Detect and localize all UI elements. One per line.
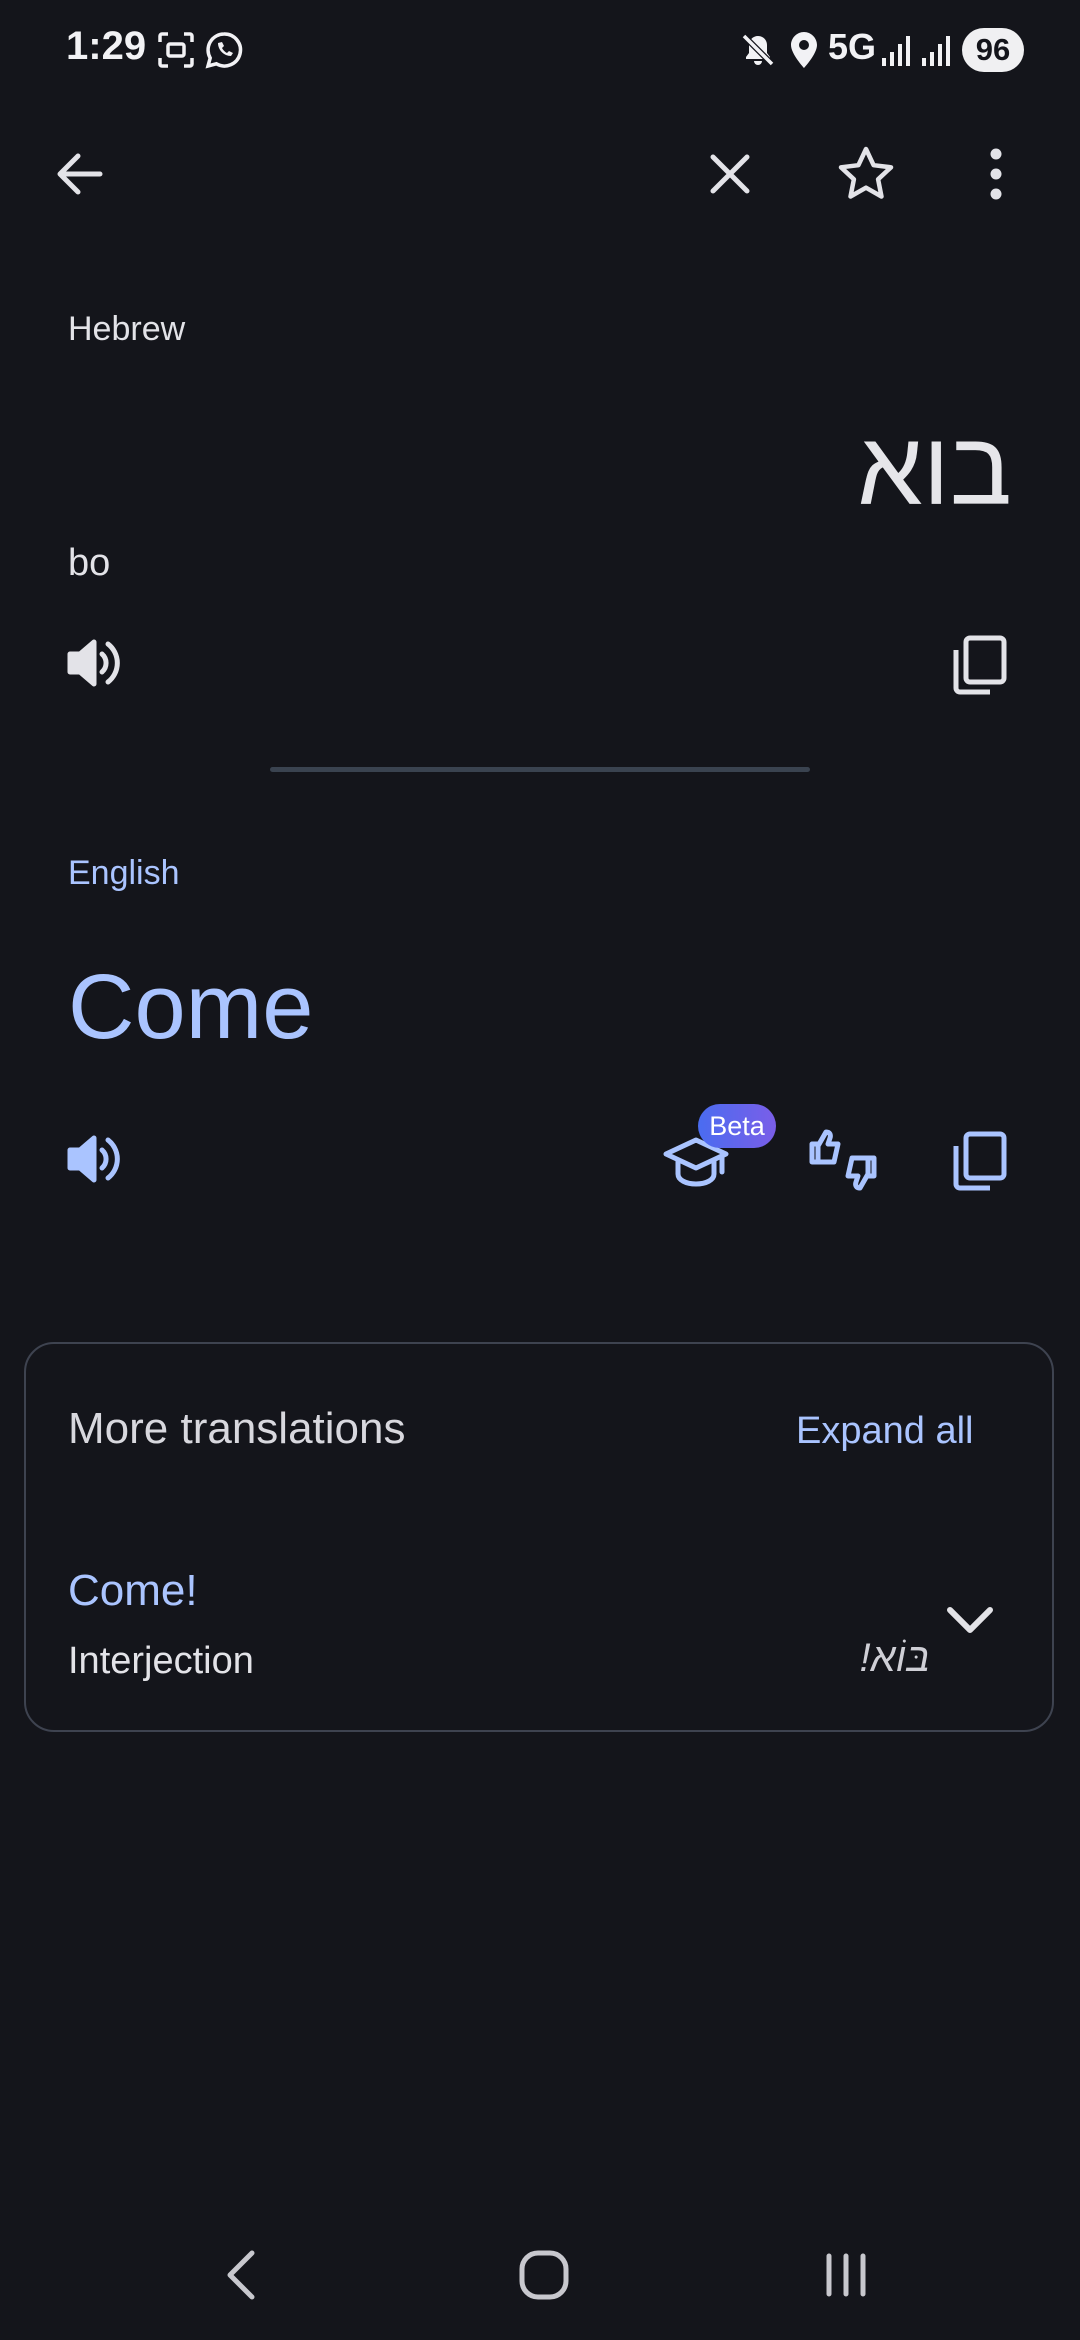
chevron-down-icon	[942, 1600, 998, 1640]
status-time: 1:29	[66, 24, 147, 68]
speaker-icon	[62, 630, 128, 696]
back-arrow-icon	[52, 146, 108, 202]
source-copy-button[interactable]	[948, 632, 1010, 698]
back-button[interactable]	[40, 134, 120, 214]
speaker-icon	[62, 1126, 128, 1192]
clear-button[interactable]	[690, 134, 770, 214]
translation-entry-pos: Interjection	[68, 1640, 254, 1682]
signal-icon	[920, 30, 954, 70]
target-copy-button[interactable]	[948, 1128, 1010, 1194]
nav-recents-icon	[821, 2250, 871, 2300]
more-vert-icon	[986, 146, 1006, 202]
star-icon	[836, 144, 896, 204]
expand-entry-button[interactable]	[942, 1600, 998, 1640]
source-listen-button[interactable]	[62, 630, 128, 696]
beta-badge: Beta	[698, 1104, 776, 1148]
more-translations-title: More translations	[68, 1404, 406, 1453]
location-icon	[786, 30, 822, 70]
expand-all-button[interactable]: Expand all	[796, 1410, 973, 1453]
copy-icon	[948, 1128, 1010, 1194]
save-favorite-button[interactable]	[826, 134, 906, 214]
nav-recents-button[interactable]	[786, 2230, 906, 2320]
source-transliteration: bo	[68, 542, 111, 584]
thumbs-up-down-icon	[806, 1124, 880, 1196]
network-type: 5G	[828, 26, 877, 67]
target-listen-button[interactable]	[62, 1126, 128, 1192]
battery-indicator: 96	[962, 28, 1024, 72]
nav-back-icon	[222, 2247, 262, 2303]
nav-home-icon	[516, 2247, 572, 2303]
source-language-label[interactable]: Hebrew	[68, 310, 185, 349]
mute-icon	[738, 30, 778, 70]
translation-entry-word[interactable]: Come!	[68, 1566, 198, 1616]
nav-home-button[interactable]	[484, 2230, 604, 2320]
close-icon	[705, 149, 755, 199]
more-options-button[interactable]	[956, 134, 1036, 214]
target-language-label[interactable]: English	[68, 854, 180, 893]
section-divider[interactable]	[270, 767, 810, 772]
copy-icon	[948, 632, 1010, 698]
translation-entry-source: בּוֹא!	[859, 1636, 930, 1680]
whatsapp-icon	[204, 30, 244, 70]
signal-icon	[880, 30, 914, 70]
nav-back-button[interactable]	[182, 2230, 302, 2320]
translation-text[interactable]: Come	[68, 955, 313, 1060]
rate-translation-button[interactable]	[806, 1124, 880, 1196]
source-text[interactable]: בוא	[857, 410, 1012, 529]
screenshot-icon	[156, 30, 196, 70]
